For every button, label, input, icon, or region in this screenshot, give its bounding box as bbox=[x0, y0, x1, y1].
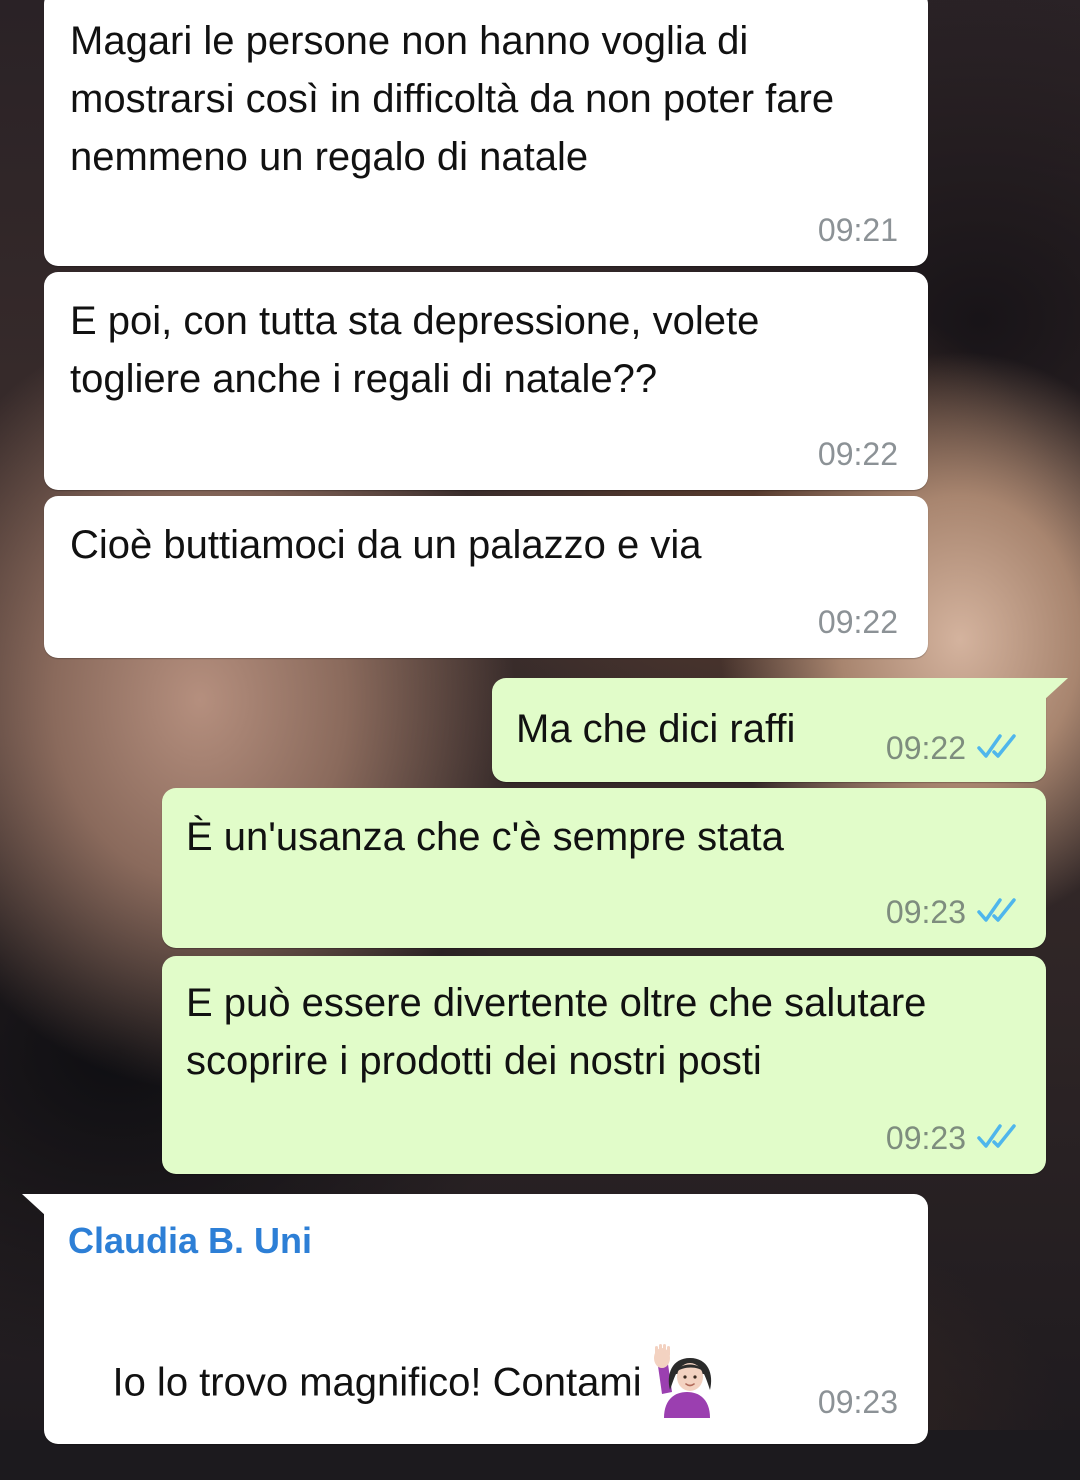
message-text: Magari le persone non hanno voglia di mo… bbox=[70, 19, 846, 179]
message-bubble-incoming[interactable]: Cioè buttiamoci da un palazzo e via 09:2… bbox=[44, 496, 928, 658]
message-text: Cioè buttiamoci da un palazzo e via bbox=[70, 523, 702, 567]
message-bubble-outgoing[interactable]: Ma che dici raffi 09:22 bbox=[492, 678, 1068, 782]
message-text-content: Io lo trovo magnifico! Contami bbox=[112, 1360, 642, 1405]
sender-name[interactable]: Claudia B. Uni bbox=[68, 1220, 312, 1262]
read-ticks-icon bbox=[977, 734, 1016, 758]
message-time: 09:22 bbox=[885, 730, 966, 766]
read-ticks-icon bbox=[977, 1124, 1016, 1148]
message-text: E può essere divertente oltre che saluta… bbox=[186, 981, 938, 1083]
message-time: 09:21 bbox=[817, 212, 898, 248]
woman-raising-hand-emoji-icon bbox=[653, 1344, 711, 1418]
message-bubble-outgoing[interactable]: E può essere divertente oltre che saluta… bbox=[162, 956, 1046, 1174]
message-time: 09:22 bbox=[817, 436, 898, 472]
bubble-tail bbox=[1044, 678, 1068, 700]
message-text: E poi, con tutta sta depressione, volete… bbox=[70, 299, 771, 401]
message-time: 09:23 bbox=[885, 894, 966, 930]
read-ticks-icon bbox=[977, 898, 1016, 922]
message-bubble-incoming[interactable]: Magari le persone non hanno voglia di mo… bbox=[44, 0, 928, 266]
message-bubble-incoming[interactable]: Claudia B. Uni Io lo trovo magnifico! Co… bbox=[22, 1194, 928, 1444]
message-time: 09:23 bbox=[817, 1384, 898, 1420]
message-text: È un'usanza che c'è sempre stata bbox=[186, 815, 784, 859]
message-text: Ma che dici raffi bbox=[516, 707, 796, 751]
message-bubble-incoming[interactable]: E poi, con tutta sta depressione, volete… bbox=[44, 272, 928, 490]
bubble-tail bbox=[22, 1194, 46, 1216]
message-text: Io lo trovo magnifico! Contami bbox=[68, 1290, 908, 1480]
message-bubble-outgoing[interactable]: È un'usanza che c'è sempre stata 09:23 bbox=[162, 788, 1046, 948]
message-time: 09:22 bbox=[817, 604, 898, 640]
message-time: 09:23 bbox=[885, 1120, 966, 1156]
